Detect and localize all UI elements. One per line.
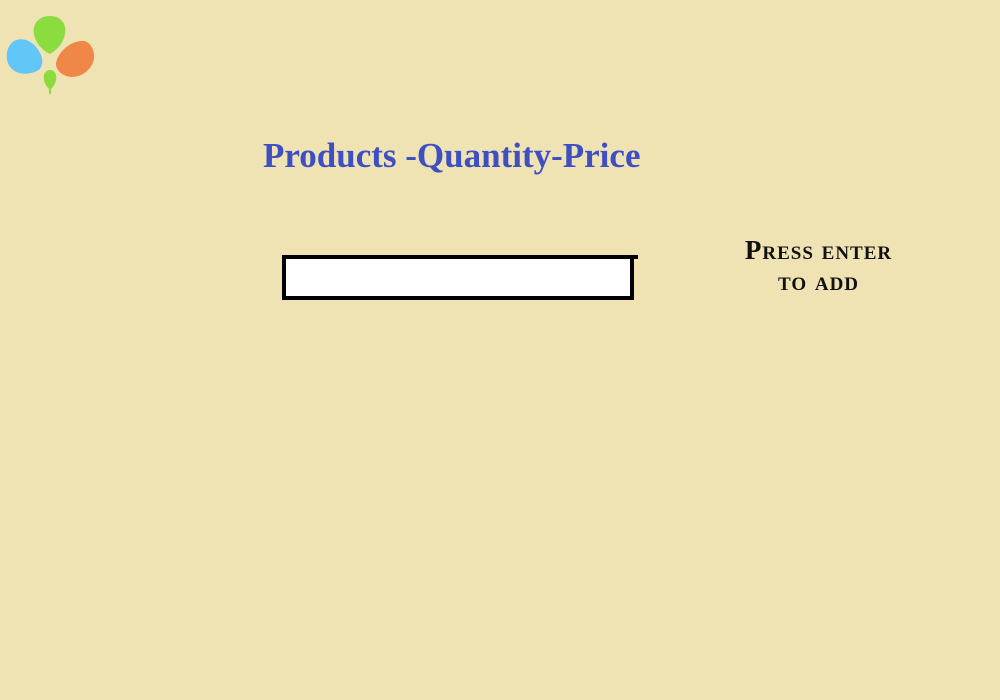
logo-balloon-small (43, 70, 57, 90)
hint-line-1: Press enter (744, 235, 893, 265)
app-canvas: Products -Quantity-Price Press enter to … (0, 0, 1000, 700)
logo-balloon-blue (6, 39, 43, 74)
press-enter-hint: Press enter to add (716, 235, 921, 297)
input-border-tick (632, 255, 638, 259)
product-entry-input[interactable] (282, 255, 634, 300)
logo (4, 14, 98, 96)
logo-balloon-green (33, 16, 66, 54)
entry-field-wrapper (282, 255, 638, 300)
logo-balloon-tail (49, 88, 51, 94)
logo-balloon-orange (56, 40, 95, 77)
page-title: Products -Quantity-Price (263, 136, 641, 175)
hint-line-2: to add (777, 266, 860, 296)
balloon-cluster-icon (6, 16, 95, 94)
